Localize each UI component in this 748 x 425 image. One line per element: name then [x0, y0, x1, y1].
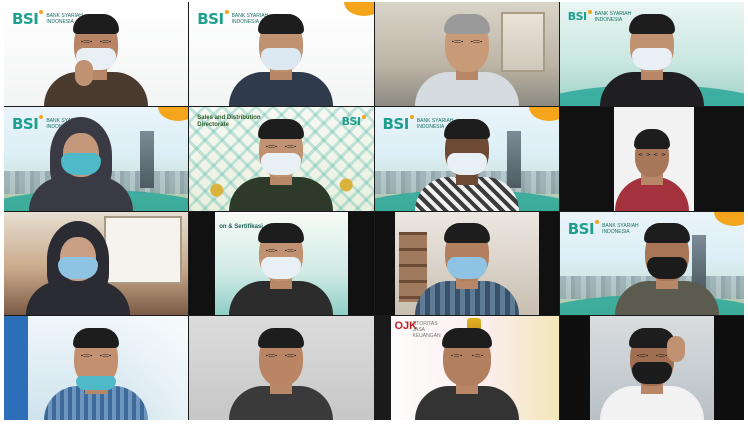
participant-tile-13[interactable] [4, 316, 189, 420]
video-gallery-grid: BSI BANK SYARIAH INDONESIA BSI BANK SYAR… [4, 2, 744, 420]
participant-tile-16[interactable] [559, 316, 744, 420]
face-mask [76, 376, 117, 390]
participant-tile-1[interactable]: BSI BANK SYARIAH INDONESIA [4, 2, 189, 106]
participant-tile-6[interactable]: Sales and Distribution Directorate BSI [189, 106, 374, 211]
participant-video [412, 221, 522, 316]
face-mask [631, 47, 672, 70]
participant-video [226, 326, 336, 420]
participant-video [597, 326, 707, 420]
face-mask [631, 362, 672, 384]
bsi-logo-mark: BSI [12, 10, 43, 28]
face-mask [446, 257, 487, 280]
face-mask [61, 152, 102, 175]
participant-video [612, 221, 722, 316]
participant-tile-14[interactable] [189, 316, 374, 420]
face-mask [57, 257, 98, 280]
participant-tile-5[interactable]: BSI BANK SYARIAH INDONESIA [4, 106, 189, 211]
bsi-logo-mark: BSI [568, 220, 599, 238]
participant-video [226, 12, 336, 106]
participant-video [226, 117, 336, 211]
participant-video [412, 117, 522, 211]
participant-tile-7[interactable]: BSI BANK SYARIAH INDONESIA [374, 106, 559, 211]
participant-video [41, 326, 151, 420]
participant-tile-4[interactable]: BSI BANK SYARIAH INDONESIA [559, 2, 744, 106]
participant-video [412, 12, 522, 106]
participant-tile-11[interactable] [374, 211, 559, 316]
participant-video [41, 12, 151, 106]
participant-tile-10[interactable]: on & Sertifikasi [189, 211, 374, 316]
participant-video [597, 12, 707, 106]
participant-tile-9[interactable] [4, 211, 189, 316]
participant-video [26, 116, 136, 211]
face-mask [261, 257, 302, 280]
face-mask [446, 152, 487, 175]
participant-video [412, 326, 522, 420]
bsi-logo-mark: BSI [383, 115, 414, 133]
bsi-logo-mark: BSI [568, 10, 592, 23]
participant-tile-3[interactable] [374, 2, 559, 106]
bsi-logo-mark: BSI [197, 10, 228, 28]
participant-tile-8[interactable] [559, 106, 744, 211]
participant-tile-15[interactable]: OJK OTORITAS JASA KEUANGAN [374, 316, 559, 420]
participant-video [226, 221, 336, 316]
participant-video [612, 117, 692, 211]
participant-tile-2[interactable]: BSI BANK SYARIAH INDONESIA [189, 2, 374, 106]
participant-video [23, 221, 133, 316]
face-mask [261, 152, 302, 175]
participant-tile-12[interactable]: BSI BANK SYARIAH INDONESIA [559, 211, 744, 316]
bsi-logo: BSI [342, 115, 366, 128]
face-mask [261, 47, 302, 70]
bsi-logo-mark: BSI [342, 115, 366, 128]
face-mask [646, 257, 687, 280]
